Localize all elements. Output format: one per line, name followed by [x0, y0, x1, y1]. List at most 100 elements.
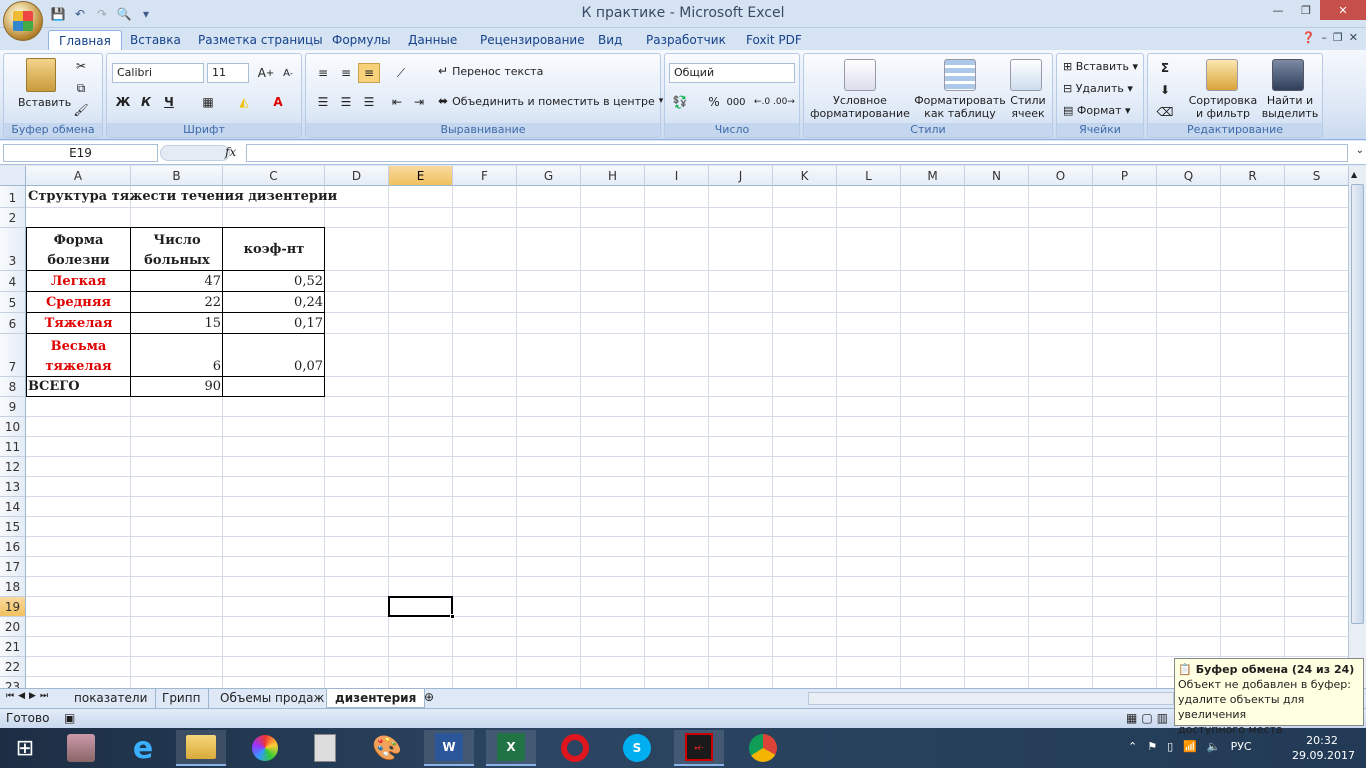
bold-button[interactable]: Ж [112, 92, 134, 112]
sheet-tab-2[interactable]: Грипп [154, 689, 210, 708]
wrap-text-button[interactable]: ↵ Перенос текста [438, 64, 543, 78]
total-label[interactable]: ВСЕГО [28, 377, 129, 397]
conditional-formatting-button[interactable]: Условное форматирование [810, 94, 910, 120]
tab-view[interactable]: Вид [588, 30, 632, 50]
row-header[interactable]: 10 [0, 417, 26, 437]
row-header[interactable]: 8 [0, 377, 26, 397]
column-header[interactable]: H [581, 166, 645, 186]
row-header[interactable]: 12 [0, 457, 26, 477]
sort-filter-icon[interactable] [1206, 59, 1238, 91]
column-header[interactable]: R [1221, 166, 1285, 186]
file-explorer-icon[interactable] [176, 730, 226, 766]
row-header[interactable]: 11 [0, 437, 26, 457]
align-right-icon[interactable]: ☰ [358, 92, 380, 112]
name-box[interactable]: E19 [3, 144, 158, 162]
row-header[interactable]: 17 [0, 557, 26, 577]
row-header[interactable]: 13 [0, 477, 26, 497]
number-format-select[interactable]: Общий [669, 63, 795, 83]
row-header[interactable]: 1 [0, 186, 26, 208]
restore-icon[interactable]: ❐ [1292, 0, 1320, 20]
cut-icon[interactable]: ✂ [70, 56, 92, 76]
active-cell-selection[interactable] [388, 596, 453, 617]
row-header[interactable]: 5 [0, 292, 26, 313]
autosum-icon[interactable]: Σ [1154, 58, 1176, 78]
align-center-icon[interactable]: ☰ [335, 92, 357, 112]
ribbon-restore-icon[interactable]: ❐ [1333, 31, 1343, 44]
paste-icon[interactable] [26, 58, 56, 92]
format-as-table-icon[interactable] [944, 59, 976, 91]
pdf-reader-icon[interactable]: ⤝ [674, 730, 724, 766]
fx-icon[interactable]: fx [225, 145, 236, 159]
column-header[interactable]: O [1029, 166, 1093, 186]
delete-cells-button[interactable]: ⊟ Удалить ▾ [1063, 82, 1133, 95]
select-all-corner[interactable] [0, 166, 26, 186]
increase-decimal-icon[interactable]: ←.0 [751, 92, 773, 112]
row-header[interactable]: 16 [0, 537, 26, 557]
print-preview-icon[interactable]: 🔍 [114, 5, 134, 23]
column-header[interactable]: B [131, 166, 223, 186]
formula-bar-handle[interactable] [160, 145, 230, 161]
windows-start-icon[interactable]: ⊞ [0, 730, 50, 766]
format-cells-button[interactable]: ▤ Формат ▾ [1063, 104, 1131, 117]
thousands-button[interactable]: 000 [725, 92, 747, 112]
tab-foxit-pdf[interactable]: Foxit PDF [736, 30, 812, 50]
patient-count[interactable]: 6 [133, 334, 221, 377]
disease-form[interactable]: Тяжелая [28, 313, 129, 334]
percent-button[interactable]: % [703, 92, 725, 112]
internet-explorer-icon[interactable]: e [118, 730, 168, 766]
normal-view-icon[interactable]: ▦ [1126, 711, 1137, 725]
clipboard-notification[interactable]: 📋 Буфер обмена (24 из 24) Объект не добав… [1174, 658, 1364, 736]
column-header[interactable]: C [223, 166, 325, 186]
font-size-select[interactable]: 11 [207, 63, 249, 83]
decrease-decimal-icon[interactable]: .00→ [773, 92, 795, 112]
column-header[interactable]: L [837, 166, 901, 186]
network-icon[interactable]: 📶 [1183, 740, 1197, 753]
column-header[interactable]: S [1285, 166, 1348, 186]
office-button[interactable] [3, 1, 43, 41]
battery-icon[interactable]: ▯ [1167, 740, 1173, 753]
column-header[interactable]: G [517, 166, 581, 186]
row-header[interactable]: 19 [0, 597, 26, 617]
align-middle-icon[interactable]: ≡ [335, 63, 357, 83]
disease-form[interactable]: Средняя [28, 292, 129, 313]
coefficient[interactable]: 0,17 [225, 313, 323, 334]
format-painter-icon[interactable]: 🖌 [70, 100, 92, 120]
column-header[interactable]: Q [1157, 166, 1221, 186]
language-indicator[interactable]: РУС [1231, 740, 1252, 753]
italic-button[interactable]: К [135, 92, 157, 112]
sort-filter-button[interactable]: Сортировка и фильтр [1186, 94, 1260, 120]
find-select-icon[interactable] [1272, 59, 1304, 91]
font-name-select[interactable]: Calibri [112, 63, 204, 83]
chrome-icon[interactable] [738, 730, 788, 766]
macro-record-icon[interactable]: ▣ [64, 711, 75, 725]
undo-icon[interactable]: ↶ [70, 5, 90, 23]
cell-styles-icon[interactable] [1010, 59, 1042, 91]
sheet-tab-1[interactable]: показатели [66, 689, 157, 708]
row-header[interactable]: 20 [0, 617, 26, 637]
ribbon-close-icon[interactable]: ✕ [1349, 31, 1358, 44]
column-header[interactable]: P [1093, 166, 1157, 186]
coefficient[interactable]: 0,52 [225, 271, 323, 292]
redo-icon[interactable]: ↷ [92, 5, 112, 23]
borders-icon[interactable]: ▦ [197, 92, 219, 112]
column-header[interactable]: A [26, 166, 131, 186]
copy-icon[interactable]: ⧉ [70, 78, 92, 98]
winrar-icon[interactable] [56, 730, 106, 766]
patient-count[interactable]: 15 [133, 313, 221, 334]
sheet-title[interactable]: Структура тяжести течения дизентерии [28, 186, 388, 208]
paste-button[interactable]: Вставить [18, 96, 71, 109]
tab-data[interactable]: Данные [398, 30, 467, 50]
sheet-nav-icons[interactable]: ⏮◀▶⏭ [6, 691, 52, 701]
close-icon[interactable]: ✕ [1320, 0, 1366, 20]
column-header[interactable]: E [389, 166, 453, 186]
currency-icon[interactable]: 💱 [669, 92, 691, 112]
save-icon[interactable]: 💾 [48, 5, 68, 23]
page-break-view-icon[interactable]: ▥ [1157, 711, 1168, 725]
excel-icon[interactable]: X [486, 730, 536, 766]
vertical-scrollbar[interactable]: ▲ [1348, 166, 1366, 688]
row-header[interactable]: 18 [0, 577, 26, 597]
word-icon[interactable]: W [424, 730, 474, 766]
underline-button[interactable]: Ч [158, 92, 180, 112]
insert-cells-button[interactable]: ⊞ Вставить ▾ [1063, 60, 1138, 73]
shrink-font-icon[interactable]: A- [277, 63, 299, 83]
